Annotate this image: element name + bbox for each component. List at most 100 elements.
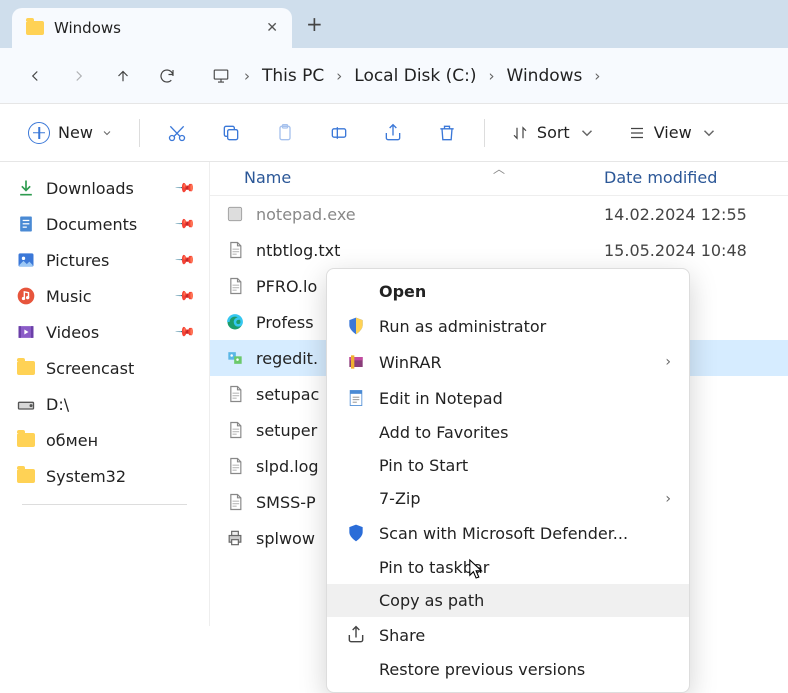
ctx-label: Scan with Microsoft Defender... (379, 524, 628, 543)
ctx-label: WinRAR (379, 353, 442, 372)
ctx-pin-to-start[interactable]: Pin to Start (327, 449, 689, 482)
new-button[interactable]: New (18, 116, 123, 150)
chevron-right-icon: › (594, 67, 600, 85)
defender-icon (345, 522, 367, 544)
pin-icon: 📌 (174, 213, 196, 235)
ctx-scan-with-microsoft-defender-[interactable]: Scan with Microsoft Defender... (327, 515, 689, 551)
ctx-restore-previous-versions[interactable]: Restore previous versions (327, 653, 689, 686)
sidebar-item-label: обмен (46, 431, 98, 450)
plus-circle-icon (28, 122, 50, 144)
sidebar-item-label: D:\ (46, 395, 69, 414)
col-name[interactable]: Name (244, 168, 604, 187)
copy-button[interactable] (210, 114, 252, 152)
ctx-label: Run as administrator (379, 317, 546, 336)
share-button[interactable] (372, 114, 414, 152)
sidebar-item-d-[interactable]: D:\ (4, 386, 205, 422)
file-name: ntbtlog.txt (256, 241, 604, 260)
separator (484, 119, 485, 147)
forward-button[interactable] (60, 57, 98, 95)
tab-windows[interactable]: Windows ✕ (12, 8, 292, 48)
folder-icon (16, 466, 36, 486)
text-icon (224, 239, 246, 261)
new-label: New (58, 123, 93, 142)
up-button[interactable] (104, 57, 142, 95)
col-date[interactable]: Date modified (604, 168, 717, 187)
ctx-label: Add to Favorites (379, 423, 508, 442)
cut-button[interactable] (156, 114, 198, 152)
ctx-winrar[interactable]: WinRAR › (327, 344, 689, 380)
drive-icon (16, 394, 36, 414)
chevron-right-icon: › (489, 67, 495, 85)
ctx-copy-as-path[interactable]: Copy as path (327, 584, 689, 617)
download-icon (16, 178, 36, 198)
sidebar-item-label: Downloads (46, 179, 134, 198)
text-icon (224, 383, 246, 405)
monitor-icon[interactable] (202, 57, 240, 95)
text-icon (224, 455, 246, 477)
sidebar-item-videos[interactable]: Videos 📌 (4, 314, 205, 350)
file-row[interactable]: ntbtlog.txt 15.05.2024 10:48 (210, 232, 788, 268)
context-menu: Open Run as administrator WinRAR › Edit in N… (326, 268, 690, 693)
folder-icon (16, 430, 36, 450)
back-button[interactable] (16, 57, 54, 95)
sidebar-divider (22, 504, 187, 505)
sidebar-item-system32[interactable]: System32 (4, 458, 205, 494)
printer-icon (224, 527, 246, 549)
chevron-up-icon[interactable]: ︿ (493, 160, 505, 177)
ctx-7-zip[interactable]: 7-Zip› (327, 482, 689, 515)
view-label: View (654, 123, 692, 142)
crumb-this-pc[interactable]: This PC (254, 60, 332, 92)
notepad-icon (345, 387, 367, 409)
ctx-open[interactable]: Open (327, 275, 689, 308)
close-icon[interactable]: ✕ (266, 20, 278, 36)
ctx-pin-to-taskbar[interactable]: Pin to taskbar (327, 551, 689, 584)
file-date: 15.05.2024 10:48 (604, 241, 747, 260)
text-icon (224, 275, 246, 297)
refresh-button[interactable] (148, 57, 186, 95)
sidebar-item-documents[interactable]: Documents 📌 (4, 206, 205, 242)
ctx-label: Pin to Start (379, 456, 468, 475)
ctx-label: Share (379, 626, 425, 645)
file-row[interactable]: notepad.exe 14.02.2024 12:55 (210, 196, 788, 232)
reg-icon (224, 347, 246, 369)
ctx-label: 7-Zip (379, 489, 421, 508)
sort-button[interactable]: Sort (501, 117, 606, 148)
pin-icon: 📌 (174, 285, 196, 307)
sidebar-item--[interactable]: обмен (4, 422, 205, 458)
ctx-share[interactable]: Share (327, 617, 689, 653)
ctx-label: Pin to taskbar (379, 558, 489, 577)
view-button[interactable]: View (618, 117, 728, 148)
ctx-label: Restore previous versions (379, 660, 585, 679)
paste-button[interactable] (264, 114, 306, 152)
sidebar-item-pictures[interactable]: Pictures 📌 (4, 242, 205, 278)
crumb-windows[interactable]: Windows (499, 60, 591, 92)
share-icon (345, 624, 367, 646)
sidebar-item-music[interactable]: Music 📌 (4, 278, 205, 314)
sidebar-item-downloads[interactable]: Downloads 📌 (4, 170, 205, 206)
toolbar: New Sort View (0, 104, 788, 162)
sidebar: Downloads 📌 Documents 📌 Pictures 📌 Music… (0, 162, 210, 626)
sidebar-item-label: Pictures (46, 251, 109, 270)
delete-button[interactable] (426, 114, 468, 152)
file-name: notepad.exe (256, 205, 604, 224)
crumb-local-disk[interactable]: Local Disk (C:) (346, 60, 484, 92)
chevron-right-icon: › (665, 354, 671, 370)
separator (139, 119, 140, 147)
ctx-add-to-favorites[interactable]: Add to Favorites (327, 416, 689, 449)
chevron-right-icon: › (244, 67, 250, 85)
sidebar-item-screencast[interactable]: Screencast (4, 350, 205, 386)
ctx-label: Edit in Notepad (379, 389, 503, 408)
new-tab-button[interactable]: + (306, 12, 323, 36)
text-icon (224, 491, 246, 513)
edge-icon (224, 311, 246, 333)
ctx-edit-in-notepad[interactable]: Edit in Notepad (327, 380, 689, 416)
ctx-run-as-administrator[interactable]: Run as administrator (327, 308, 689, 344)
folder-icon (26, 21, 44, 35)
rename-button[interactable] (318, 114, 360, 152)
ctx-label: Copy as path (379, 591, 484, 610)
folder-icon (16, 358, 36, 378)
text-icon (224, 419, 246, 441)
sort-label: Sort (537, 123, 570, 142)
sidebar-item-label: Screencast (46, 359, 134, 378)
breadcrumb: › This PC › Local Disk (C:) › Windows › (202, 57, 600, 95)
